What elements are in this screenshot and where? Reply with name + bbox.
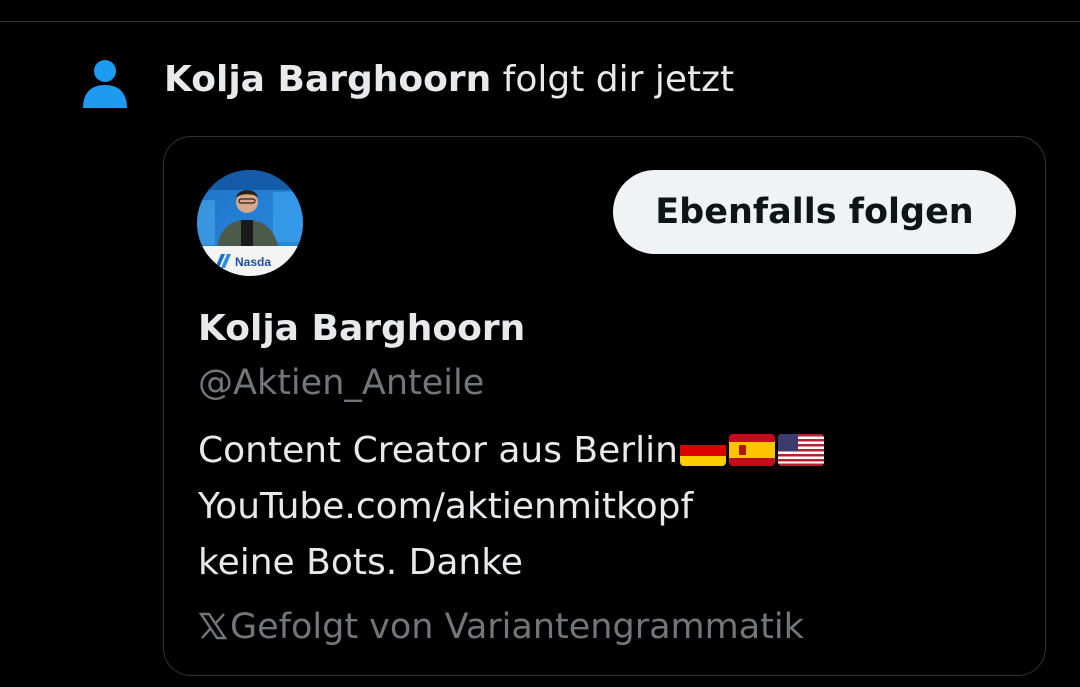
followed-by-text: Gefolgt von Variantengrammatik	[230, 607, 804, 647]
germany-flag-icon	[679, 434, 726, 466]
bio-line-1: Content Creator aus Berlin	[198, 423, 824, 479]
bio-line-3: keine Bots. Danke	[198, 542, 523, 583]
avatar[interactable]: Nasda	[197, 170, 303, 276]
usa-flag-icon	[777, 434, 824, 466]
profile-display-name[interactable]: Kolja Barghoorn	[198, 307, 525, 351]
follow-back-button[interactable]: Ebenfalls folgen	[613, 170, 1016, 254]
profile-handle[interactable]: @Aktien_Anteile	[198, 361, 484, 405]
notification-text: Kolja Barghoorn folgt dir jetzt	[164, 58, 734, 102]
followed-by: Gefolgt von Variantengrammatik	[198, 605, 804, 649]
spain-flag-icon	[728, 434, 775, 466]
x-logo-icon	[198, 608, 228, 640]
bio-line-2: YouTube.com/aktienmitkopf	[198, 486, 694, 527]
profile-card[interactable]: Nasda Ebenfalls folgen Kolja Barghoorn @…	[163, 136, 1046, 676]
profile-bio: Content Creator aus Berlin YouTube.com/a…	[198, 423, 824, 591]
top-divider	[0, 21, 1080, 22]
avatar-caption: Nasda	[235, 255, 271, 269]
notification-action-text: folgt dir jetzt	[491, 59, 735, 100]
bio-flags	[679, 434, 824, 466]
bio-line-1-text: Content Creator aus Berlin	[198, 430, 678, 471]
person-icon	[80, 58, 130, 110]
notification-actor-name[interactable]: Kolja Barghoorn	[164, 59, 491, 100]
